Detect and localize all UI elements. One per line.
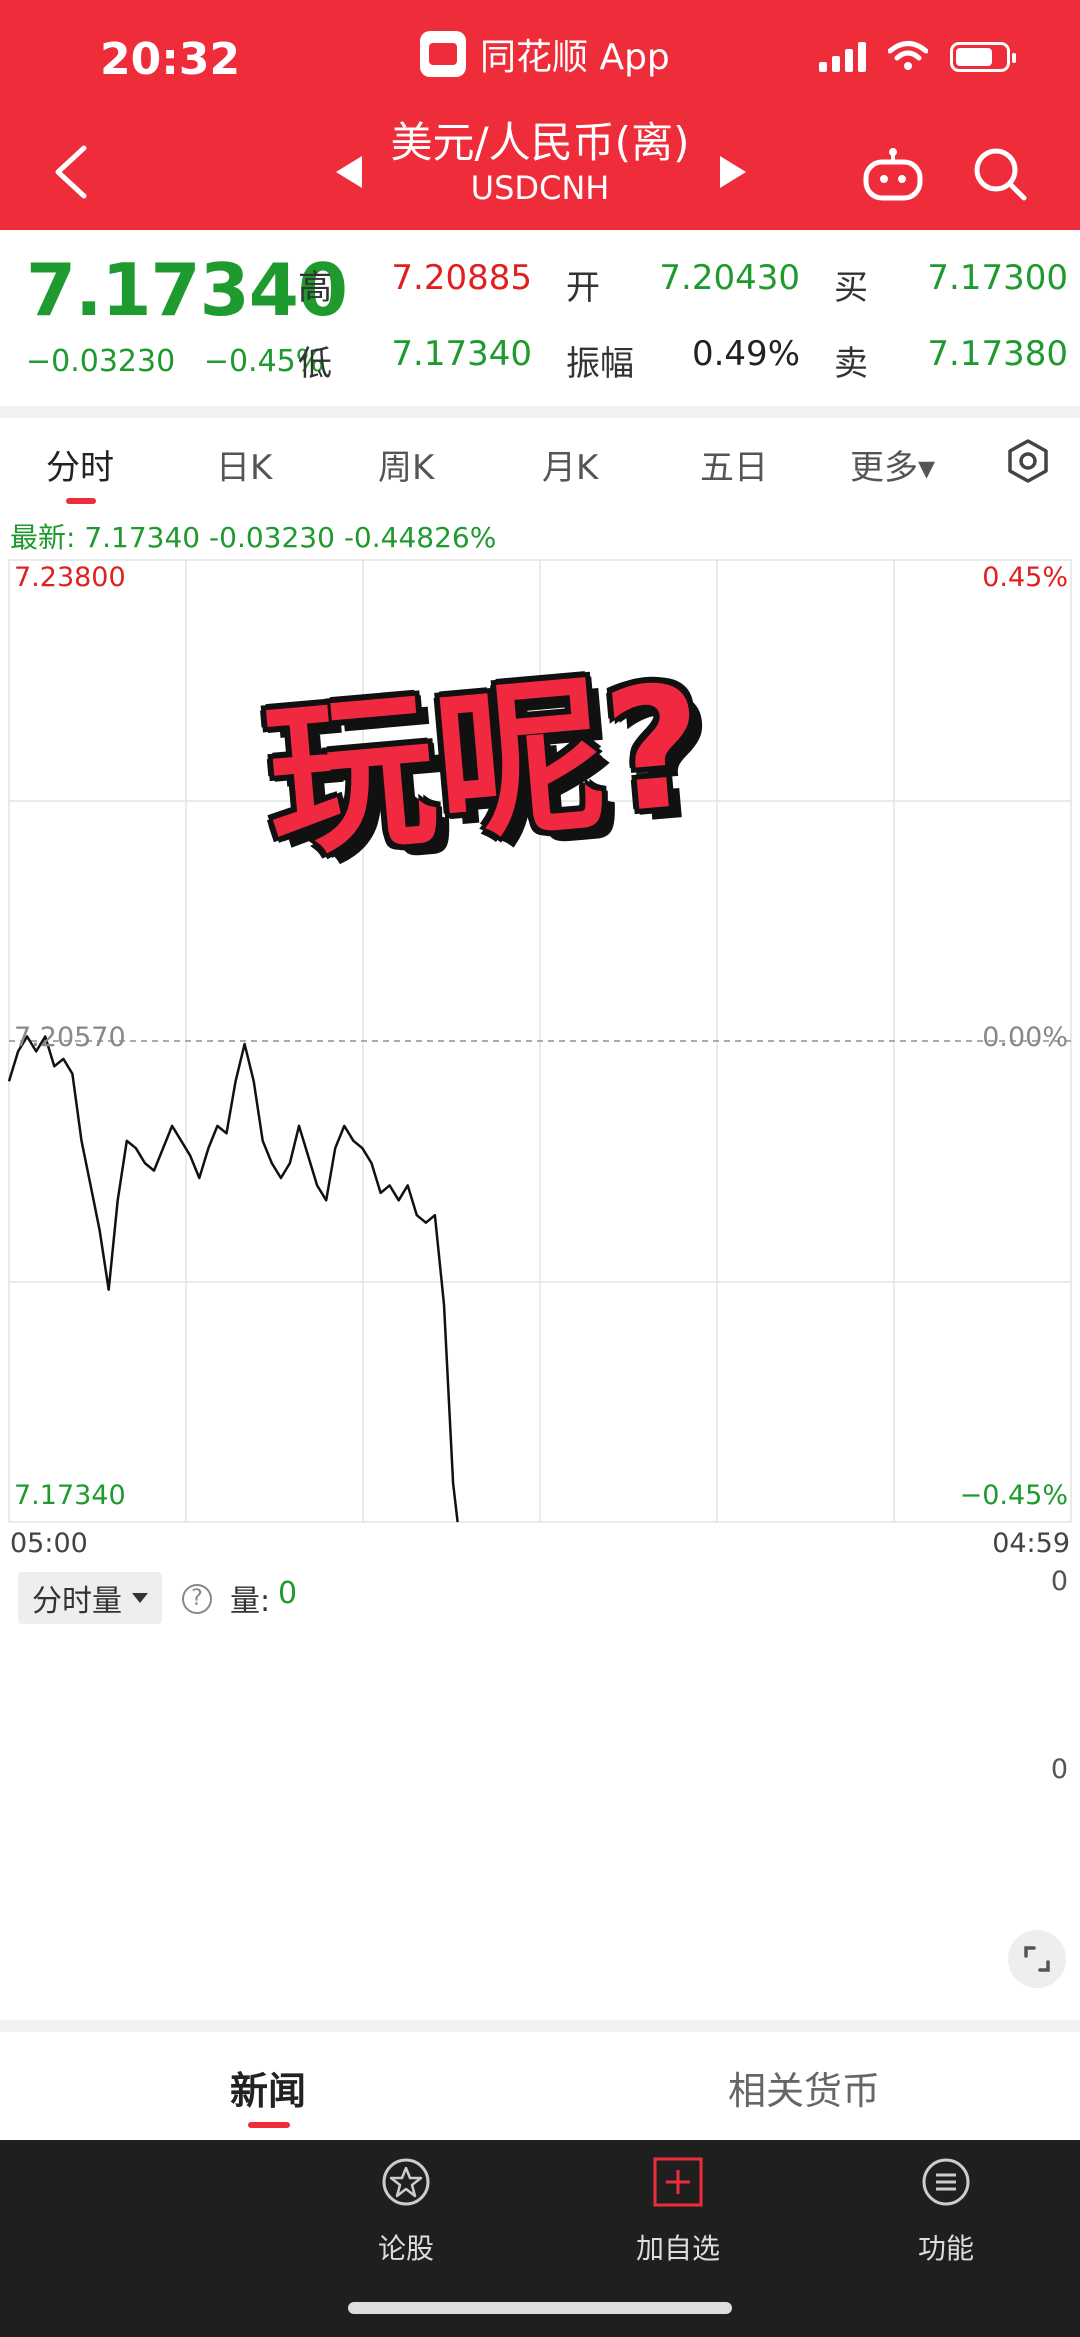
volume-dropdown[interactable]: 分时量 — [18, 1572, 162, 1624]
pair-code: USDCNH — [470, 169, 610, 207]
caret-down-icon — [132, 1593, 148, 1603]
nav-discuss-label: 论股 — [377, 2232, 434, 2265]
y-axis-top: 7.23800 — [14, 562, 126, 593]
tab-weekly-k[interactable]: 周K — [378, 440, 434, 489]
high-label: 高 — [298, 268, 332, 308]
symbol-title: 美元/人民币(离) USDCNH — [330, 118, 750, 208]
low-value: 7.17340 — [391, 334, 532, 374]
battery-icon — [950, 42, 1016, 72]
signal-icon — [819, 40, 866, 72]
next-symbol-icon[interactable] — [720, 156, 746, 188]
change-value: −0.03230 — [26, 344, 176, 379]
tab-more[interactable]: 更多▾ — [850, 440, 935, 489]
divider — [0, 2020, 1080, 2032]
ask-label: 卖 — [834, 344, 868, 384]
high-value: 7.20885 — [391, 258, 532, 298]
nav-discuss[interactable]: 论股 — [326, 2154, 486, 2267]
wifi-icon — [888, 41, 928, 70]
tab-related-currency[interactable]: 相关货币 — [728, 2060, 880, 2115]
star-chat-icon — [382, 2158, 430, 2206]
bid-value: 7.17300 — [927, 258, 1068, 298]
status-icons — [819, 40, 1016, 72]
help-icon[interactable]: ? — [182, 1584, 212, 1614]
pct-axis-bottom: −0.45% — [959, 1480, 1068, 1511]
pct-axis-top: 0.45% — [982, 562, 1068, 593]
app-logo-icon — [420, 31, 466, 77]
volume-axis-top: 0 — [1050, 1566, 1068, 1597]
tab-active-indicator — [66, 498, 96, 504]
tab-intraday[interactable]: 分时 — [46, 440, 114, 489]
x-axis-start: 05:00 — [10, 1528, 88, 1559]
fullscreen-icon[interactable] — [1008, 1930, 1066, 1988]
home-indicator[interactable] — [348, 2302, 732, 2314]
volume-dropdown-label: 分时量 — [32, 1584, 122, 1619]
app-badge[interactable]: 同花顺 App — [420, 28, 670, 80]
y-axis-mid: 7.20570 — [14, 1022, 126, 1053]
nav-functions[interactable]: 功能 — [866, 2154, 1026, 2267]
volume-axis-mid: 0 — [1050, 1754, 1068, 1785]
news-tab-indicator — [248, 2122, 290, 2128]
bid-label: 买 — [834, 268, 868, 308]
y-axis-bottom: 7.17340 — [14, 1480, 126, 1511]
settings-icon[interactable] — [1005, 438, 1051, 484]
overlay-caption: 玩呢? — [258, 647, 714, 881]
price-change: −0.03230 −0.45% — [26, 344, 324, 379]
app-name: 同花顺 App — [480, 37, 670, 78]
tab-monthly-k[interactable]: 月K — [542, 440, 598, 489]
open-value: 7.20430 — [659, 258, 800, 298]
x-axis-end: 04:59 — [992, 1528, 1070, 1559]
ask-value: 7.17380 — [927, 334, 1068, 374]
pct-axis-mid: 0.00% — [982, 1022, 1068, 1053]
nav-add-watchlist-label: 加自选 — [635, 2232, 720, 2265]
pair-title: 美元/人民币(离) — [390, 118, 690, 167]
volume-label: 量: — [230, 1584, 271, 1619]
menu-icon — [922, 2158, 970, 2206]
nav-add-watchlist[interactable]: 加自选 — [598, 2154, 758, 2267]
tab-five-day[interactable]: 五日 — [700, 440, 768, 489]
tab-daily-k[interactable]: 日K — [216, 440, 272, 489]
price-line — [7, 1035, 459, 1523]
open-label: 开 — [566, 268, 600, 308]
amplitude-value: 0.49% — [691, 334, 800, 374]
tab-news[interactable]: 新闻 — [230, 2060, 306, 2115]
back-icon[interactable] — [48, 142, 94, 202]
robot-icon[interactable] — [862, 146, 924, 202]
app-header: 20:32 同花顺 App 美元/人民币(离) USDCNH — [0, 0, 1080, 230]
divider — [0, 406, 1080, 418]
low-label: 低 — [298, 344, 332, 384]
nav-functions-label: 功能 — [917, 2232, 974, 2265]
status-time: 20:32 — [100, 34, 241, 85]
volume-value: 0 — [278, 1576, 298, 1611]
add-icon — [653, 2157, 703, 2207]
search-icon[interactable] — [972, 146, 1028, 202]
